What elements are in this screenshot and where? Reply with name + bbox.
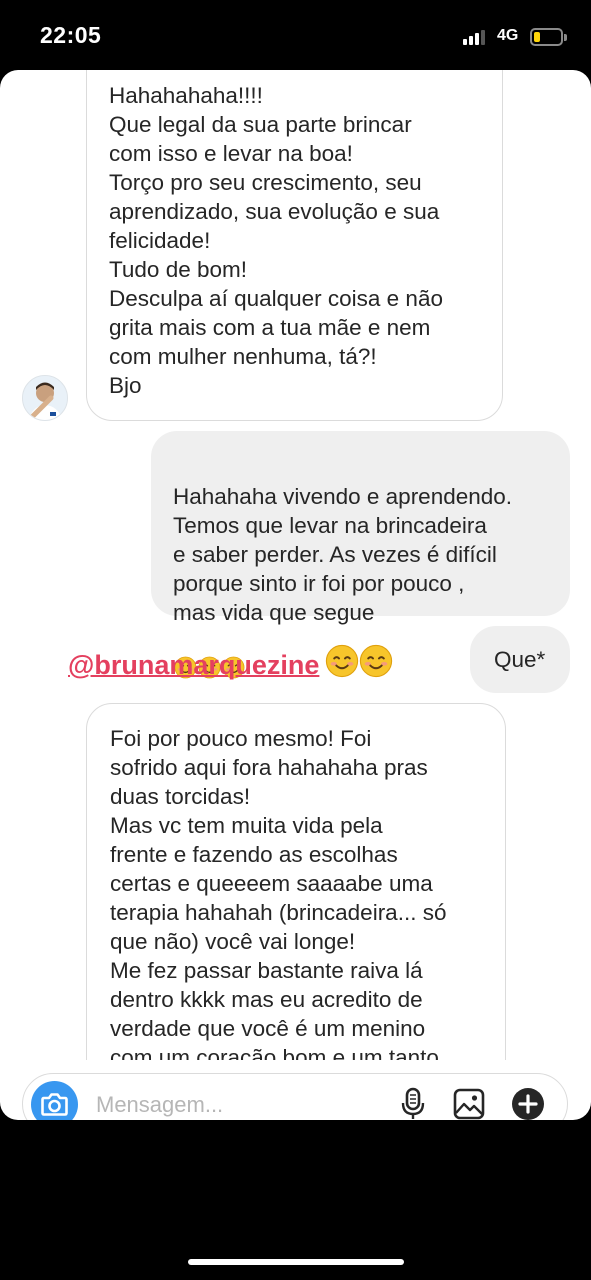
camera-icon [41,1093,68,1116]
camera-button[interactable] [31,1081,78,1120]
home-indicator[interactable] [188,1259,404,1265]
status-time: 22:05 [40,22,102,48]
message-text: Hahahaha vivendo e aprendendo. Temos que… [173,484,513,625]
status-bar: 22:05 4G [0,0,591,70]
message-thread[interactable]: Hahahahaha!!!! Que legal da sua parte br… [0,70,591,1060]
network-type: 4G [497,27,519,44]
message-bubble-outgoing[interactable]: Hahahaha vivendo e aprendendo. Temos que… [151,431,570,679]
message-bubble-outgoing[interactable]: Que* [470,626,570,693]
message-input[interactable]: Mensagem... [96,1092,223,1118]
plus-icon [512,1088,544,1120]
message-bubble-incoming[interactable]: Hahahahaha!!!! Que legal da sua parte br… [86,70,503,421]
battery-icon [530,28,567,46]
microphone-icon [401,1087,425,1119]
chat-screen: Hahahahaha!!!! Que legal da sua parte br… [0,70,591,1120]
avatar-image [23,376,67,420]
message-bubble-incoming[interactable]: Foi por pouco mesmo! Foi sofrido aqui fo… [86,703,506,1060]
smiling-face-emoji [325,644,393,685]
avatar[interactable] [22,375,68,421]
mention-handle: @brunamarquezine [68,650,320,680]
more-options-button[interactable] [511,1087,545,1120]
cellular-signal-icon [463,29,491,45]
battery-level [534,32,540,42]
gallery-button[interactable] [453,1088,485,1120]
microphone-button[interactable] [398,1087,428,1120]
message-composer[interactable]: Mensagem... [22,1073,568,1120]
image-icon [453,1088,485,1120]
mention-sticker[interactable]: @brunamarquezine [68,644,393,685]
